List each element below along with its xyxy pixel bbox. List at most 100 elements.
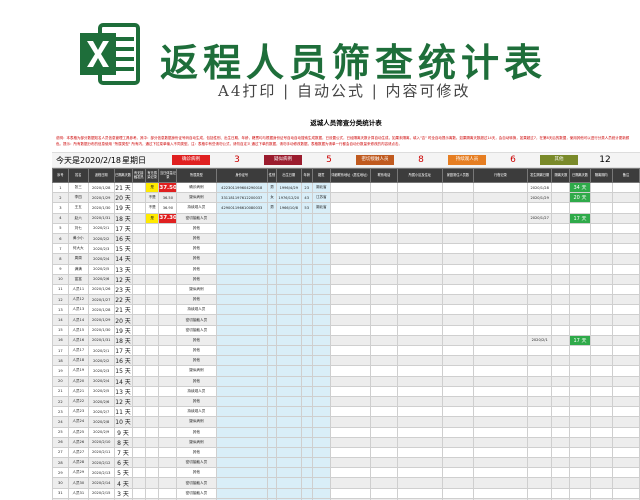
table-cell[interactable]	[144, 375, 160, 387]
table-cell[interactable]: 3	[52, 202, 69, 214]
table-cell[interactable]	[275, 212, 302, 224]
table-cell[interactable]	[473, 304, 528, 316]
table-cell[interactable]	[267, 283, 277, 296]
table-cell[interactable]	[267, 426, 277, 438]
table-cell[interactable]	[131, 457, 146, 469]
table-cell[interactable]	[267, 253, 277, 265]
table-cell[interactable]	[131, 202, 146, 214]
table-cell[interactable]	[589, 426, 613, 438]
table-cell[interactable]	[158, 355, 178, 367]
table-cell[interactable]	[131, 406, 146, 418]
table-cell[interactable]	[300, 446, 313, 459]
table-cell[interactable]: 19	[52, 365, 69, 377]
table-cell[interactable]: 密切接触人员	[176, 314, 217, 326]
table-cell[interactable]	[589, 477, 613, 489]
table-cell[interactable]	[396, 457, 443, 469]
table-cell[interactable]: 12 天	[113, 395, 133, 408]
table-cell[interactable]	[370, 192, 398, 204]
table-cell[interactable]	[589, 304, 613, 316]
table-cell[interactable]	[526, 355, 553, 367]
table-cell[interactable]	[551, 446, 571, 459]
table-cell[interactable]: 4	[52, 212, 69, 224]
table-cell[interactable]	[300, 365, 313, 377]
table-cell[interactable]	[275, 477, 302, 489]
table-cell[interactable]	[551, 181, 571, 194]
table-cell[interactable]	[370, 334, 398, 347]
table-cell[interactable]	[300, 467, 313, 479]
table-cell[interactable]: 43	[300, 192, 313, 204]
table-cell[interactable]	[551, 202, 571, 214]
table-cell[interactable]	[131, 243, 146, 255]
table-cell[interactable]	[611, 446, 640, 459]
table-cell[interactable]: 5	[52, 222, 69, 234]
table-cell[interactable]	[526, 253, 553, 265]
table-cell[interactable]: 53	[300, 202, 313, 214]
table-cell[interactable]	[267, 314, 277, 326]
table-cell[interactable]	[158, 365, 178, 377]
table-cell[interactable]	[275, 314, 302, 326]
table-cell[interactable]	[311, 334, 331, 347]
table-cell[interactable]	[569, 446, 591, 459]
table-cell[interactable]: 其他	[176, 344, 217, 357]
table-cell[interactable]	[215, 314, 269, 326]
table-cell[interactable]	[473, 395, 528, 408]
table-cell[interactable]	[158, 222, 178, 234]
table-cell[interactable]	[144, 294, 160, 306]
table-cell[interactable]	[329, 232, 372, 245]
table-cell[interactable]: 疑似病例	[176, 283, 217, 296]
table-cell[interactable]	[144, 416, 160, 428]
table-cell[interactable]	[551, 457, 571, 469]
table-cell[interactable]	[215, 243, 269, 255]
table-cell[interactable]: 何大大	[67, 243, 89, 255]
table-cell[interactable]	[131, 385, 146, 397]
table-cell[interactable]	[158, 395, 178, 408]
table-cell[interactable]: 人员12	[67, 294, 89, 306]
table-cell[interactable]	[131, 477, 146, 489]
table-cell[interactable]	[300, 232, 313, 245]
table-cell[interactable]	[300, 426, 313, 438]
table-cell[interactable]: 人员17	[67, 344, 89, 357]
table-cell[interactable]	[473, 365, 528, 377]
table-cell[interactable]	[275, 253, 302, 265]
table-cell[interactable]	[144, 273, 160, 285]
table-cell[interactable]	[611, 406, 640, 418]
table-cell[interactable]	[267, 385, 277, 397]
table-cell[interactable]: 人员23	[67, 406, 89, 418]
table-cell[interactable]	[300, 304, 313, 316]
table-cell[interactable]: 其他	[176, 467, 217, 479]
table-cell[interactable]	[551, 304, 571, 316]
table-cell[interactable]	[311, 314, 331, 326]
table-cell[interactable]	[611, 273, 640, 285]
table-cell[interactable]	[158, 324, 178, 336]
table-cell[interactable]	[275, 385, 302, 397]
table-cell[interactable]: 2020/1/28	[526, 181, 553, 194]
table-cell[interactable]	[370, 294, 398, 306]
table-cell[interactable]	[311, 243, 331, 255]
table-cell[interactable]: 20 天	[113, 192, 133, 204]
table-cell[interactable]	[569, 273, 591, 285]
table-cell[interactable]: 不是	[144, 202, 160, 214]
table-cell[interactable]	[311, 426, 331, 438]
table-cell[interactable]	[569, 324, 591, 336]
table-cell[interactable]	[370, 202, 398, 214]
table-cell[interactable]: 其他	[176, 334, 217, 347]
table-cell[interactable]	[311, 324, 331, 336]
table-cell[interactable]: 16 天	[113, 355, 133, 367]
table-cell[interactable]	[158, 467, 178, 479]
table-cell[interactable]	[551, 324, 571, 336]
table-cell[interactable]	[396, 202, 443, 214]
table-cell[interactable]	[144, 467, 160, 479]
table-cell[interactable]: 人员16	[67, 334, 89, 347]
table-cell[interactable]: 28	[52, 457, 69, 469]
table-cell[interactable]	[396, 243, 443, 255]
table-cell[interactable]	[589, 263, 613, 275]
table-cell[interactable]	[131, 253, 146, 265]
table-cell[interactable]	[275, 446, 302, 459]
table-cell[interactable]	[267, 324, 277, 336]
table-cell[interactable]: 13 天	[113, 385, 133, 397]
table-cell[interactable]: 人员24	[67, 416, 89, 428]
table-cell[interactable]	[329, 212, 372, 224]
table-cell[interactable]	[300, 477, 313, 489]
table-cell[interactable]	[329, 344, 372, 357]
table-cell[interactable]	[215, 253, 269, 265]
